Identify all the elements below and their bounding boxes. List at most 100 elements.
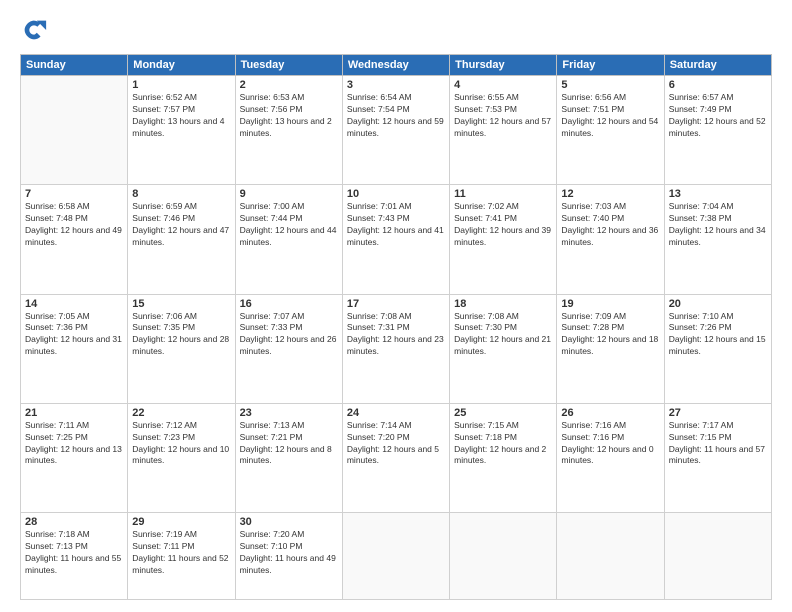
day-info: Sunrise: 7:09 AMSunset: 7:28 PMDaylight:… <box>561 311 659 359</box>
calendar-table: SundayMondayTuesdayWednesdayThursdayFrid… <box>20 54 772 600</box>
day-number: 13 <box>669 188 767 200</box>
day-info: Sunrise: 7:13 AMSunset: 7:21 PMDaylight:… <box>240 420 338 468</box>
day-number: 26 <box>561 407 659 419</box>
day-number: 21 <box>25 407 123 419</box>
day-info: Sunrise: 7:11 AMSunset: 7:25 PMDaylight:… <box>25 420 123 468</box>
day-info: Sunrise: 7:08 AMSunset: 7:30 PMDaylight:… <box>454 311 552 359</box>
calendar-cell: 8Sunrise: 6:59 AMSunset: 7:46 PMDaylight… <box>128 185 235 294</box>
calendar-cell: 26Sunrise: 7:16 AMSunset: 7:16 PMDayligh… <box>557 403 664 512</box>
day-number: 20 <box>669 298 767 310</box>
day-number: 15 <box>132 298 230 310</box>
day-number: 6 <box>669 79 767 91</box>
day-number: 12 <box>561 188 659 200</box>
day-info: Sunrise: 6:55 AMSunset: 7:53 PMDaylight:… <box>454 92 552 140</box>
logo-icon <box>20 16 48 44</box>
day-info: Sunrise: 7:08 AMSunset: 7:31 PMDaylight:… <box>347 311 445 359</box>
day-info: Sunrise: 7:15 AMSunset: 7:18 PMDaylight:… <box>454 420 552 468</box>
day-number: 18 <box>454 298 552 310</box>
day-info: Sunrise: 7:12 AMSunset: 7:23 PMDaylight:… <box>132 420 230 468</box>
calendar-cell: 20Sunrise: 7:10 AMSunset: 7:26 PMDayligh… <box>664 294 771 403</box>
day-number: 24 <box>347 407 445 419</box>
day-number: 9 <box>240 188 338 200</box>
day-info: Sunrise: 7:14 AMSunset: 7:20 PMDaylight:… <box>347 420 445 468</box>
day-number: 17 <box>347 298 445 310</box>
page: SundayMondayTuesdayWednesdayThursdayFrid… <box>0 0 792 612</box>
calendar-header-row: SundayMondayTuesdayWednesdayThursdayFrid… <box>21 55 772 76</box>
day-info: Sunrise: 7:19 AMSunset: 7:11 PMDaylight:… <box>132 529 230 577</box>
day-info: Sunrise: 6:57 AMSunset: 7:49 PMDaylight:… <box>669 92 767 140</box>
day-info: Sunrise: 6:53 AMSunset: 7:56 PMDaylight:… <box>240 92 338 140</box>
day-number: 14 <box>25 298 123 310</box>
calendar-cell: 22Sunrise: 7:12 AMSunset: 7:23 PMDayligh… <box>128 403 235 512</box>
day-info: Sunrise: 7:01 AMSunset: 7:43 PMDaylight:… <box>347 201 445 249</box>
calendar-cell <box>557 513 664 600</box>
calendar-cell: 1Sunrise: 6:52 AMSunset: 7:57 PMDaylight… <box>128 76 235 185</box>
calendar-week-row-2: 7Sunrise: 6:58 AMSunset: 7:48 PMDaylight… <box>21 185 772 294</box>
calendar-cell: 7Sunrise: 6:58 AMSunset: 7:48 PMDaylight… <box>21 185 128 294</box>
calendar-cell: 19Sunrise: 7:09 AMSunset: 7:28 PMDayligh… <box>557 294 664 403</box>
calendar-cell: 21Sunrise: 7:11 AMSunset: 7:25 PMDayligh… <box>21 403 128 512</box>
day-info: Sunrise: 7:03 AMSunset: 7:40 PMDaylight:… <box>561 201 659 249</box>
day-number: 30 <box>240 516 338 528</box>
day-info: Sunrise: 7:18 AMSunset: 7:13 PMDaylight:… <box>25 529 123 577</box>
calendar-cell: 16Sunrise: 7:07 AMSunset: 7:33 PMDayligh… <box>235 294 342 403</box>
day-info: Sunrise: 6:56 AMSunset: 7:51 PMDaylight:… <box>561 92 659 140</box>
day-number: 10 <box>347 188 445 200</box>
day-number: 11 <box>454 188 552 200</box>
calendar-cell: 3Sunrise: 6:54 AMSunset: 7:54 PMDaylight… <box>342 76 449 185</box>
calendar-header-sunday: Sunday <box>21 55 128 76</box>
calendar-cell: 29Sunrise: 7:19 AMSunset: 7:11 PMDayligh… <box>128 513 235 600</box>
header <box>20 16 772 44</box>
calendar-cell: 4Sunrise: 6:55 AMSunset: 7:53 PMDaylight… <box>450 76 557 185</box>
calendar-cell <box>450 513 557 600</box>
day-number: 16 <box>240 298 338 310</box>
day-number: 22 <box>132 407 230 419</box>
day-info: Sunrise: 7:04 AMSunset: 7:38 PMDaylight:… <box>669 201 767 249</box>
calendar-cell <box>342 513 449 600</box>
calendar-cell: 10Sunrise: 7:01 AMSunset: 7:43 PMDayligh… <box>342 185 449 294</box>
day-info: Sunrise: 6:58 AMSunset: 7:48 PMDaylight:… <box>25 201 123 249</box>
day-number: 19 <box>561 298 659 310</box>
day-info: Sunrise: 7:00 AMSunset: 7:44 PMDaylight:… <box>240 201 338 249</box>
day-info: Sunrise: 6:59 AMSunset: 7:46 PMDaylight:… <box>132 201 230 249</box>
calendar-cell: 12Sunrise: 7:03 AMSunset: 7:40 PMDayligh… <box>557 185 664 294</box>
day-info: Sunrise: 7:17 AMSunset: 7:15 PMDaylight:… <box>669 420 767 468</box>
calendar-cell <box>664 513 771 600</box>
calendar-cell: 11Sunrise: 7:02 AMSunset: 7:41 PMDayligh… <box>450 185 557 294</box>
calendar-cell: 30Sunrise: 7:20 AMSunset: 7:10 PMDayligh… <box>235 513 342 600</box>
calendar-header-monday: Monday <box>128 55 235 76</box>
calendar-cell: 24Sunrise: 7:14 AMSunset: 7:20 PMDayligh… <box>342 403 449 512</box>
calendar-cell: 28Sunrise: 7:18 AMSunset: 7:13 PMDayligh… <box>21 513 128 600</box>
calendar-week-row-1: 1Sunrise: 6:52 AMSunset: 7:57 PMDaylight… <box>21 76 772 185</box>
calendar-week-row-3: 14Sunrise: 7:05 AMSunset: 7:36 PMDayligh… <box>21 294 772 403</box>
day-number: 4 <box>454 79 552 91</box>
calendar-cell: 2Sunrise: 6:53 AMSunset: 7:56 PMDaylight… <box>235 76 342 185</box>
calendar-cell: 6Sunrise: 6:57 AMSunset: 7:49 PMDaylight… <box>664 76 771 185</box>
calendar-cell: 5Sunrise: 6:56 AMSunset: 7:51 PMDaylight… <box>557 76 664 185</box>
day-number: 7 <box>25 188 123 200</box>
day-info: Sunrise: 7:07 AMSunset: 7:33 PMDaylight:… <box>240 311 338 359</box>
day-info: Sunrise: 7:06 AMSunset: 7:35 PMDaylight:… <box>132 311 230 359</box>
day-info: Sunrise: 7:02 AMSunset: 7:41 PMDaylight:… <box>454 201 552 249</box>
day-info: Sunrise: 7:05 AMSunset: 7:36 PMDaylight:… <box>25 311 123 359</box>
day-info: Sunrise: 6:52 AMSunset: 7:57 PMDaylight:… <box>132 92 230 140</box>
calendar-cell: 14Sunrise: 7:05 AMSunset: 7:36 PMDayligh… <box>21 294 128 403</box>
calendar-header-tuesday: Tuesday <box>235 55 342 76</box>
calendar-cell <box>21 76 128 185</box>
calendar-header-wednesday: Wednesday <box>342 55 449 76</box>
calendar-week-row-5: 28Sunrise: 7:18 AMSunset: 7:13 PMDayligh… <box>21 513 772 600</box>
calendar-header-friday: Friday <box>557 55 664 76</box>
calendar-cell: 17Sunrise: 7:08 AMSunset: 7:31 PMDayligh… <box>342 294 449 403</box>
day-number: 1 <box>132 79 230 91</box>
calendar-cell: 13Sunrise: 7:04 AMSunset: 7:38 PMDayligh… <box>664 185 771 294</box>
day-number: 29 <box>132 516 230 528</box>
calendar-header-thursday: Thursday <box>450 55 557 76</box>
calendar-header-saturday: Saturday <box>664 55 771 76</box>
logo <box>20 16 52 44</box>
calendar-cell: 15Sunrise: 7:06 AMSunset: 7:35 PMDayligh… <box>128 294 235 403</box>
day-number: 2 <box>240 79 338 91</box>
day-number: 23 <box>240 407 338 419</box>
day-number: 27 <box>669 407 767 419</box>
day-info: Sunrise: 7:16 AMSunset: 7:16 PMDaylight:… <box>561 420 659 468</box>
calendar-cell: 9Sunrise: 7:00 AMSunset: 7:44 PMDaylight… <box>235 185 342 294</box>
